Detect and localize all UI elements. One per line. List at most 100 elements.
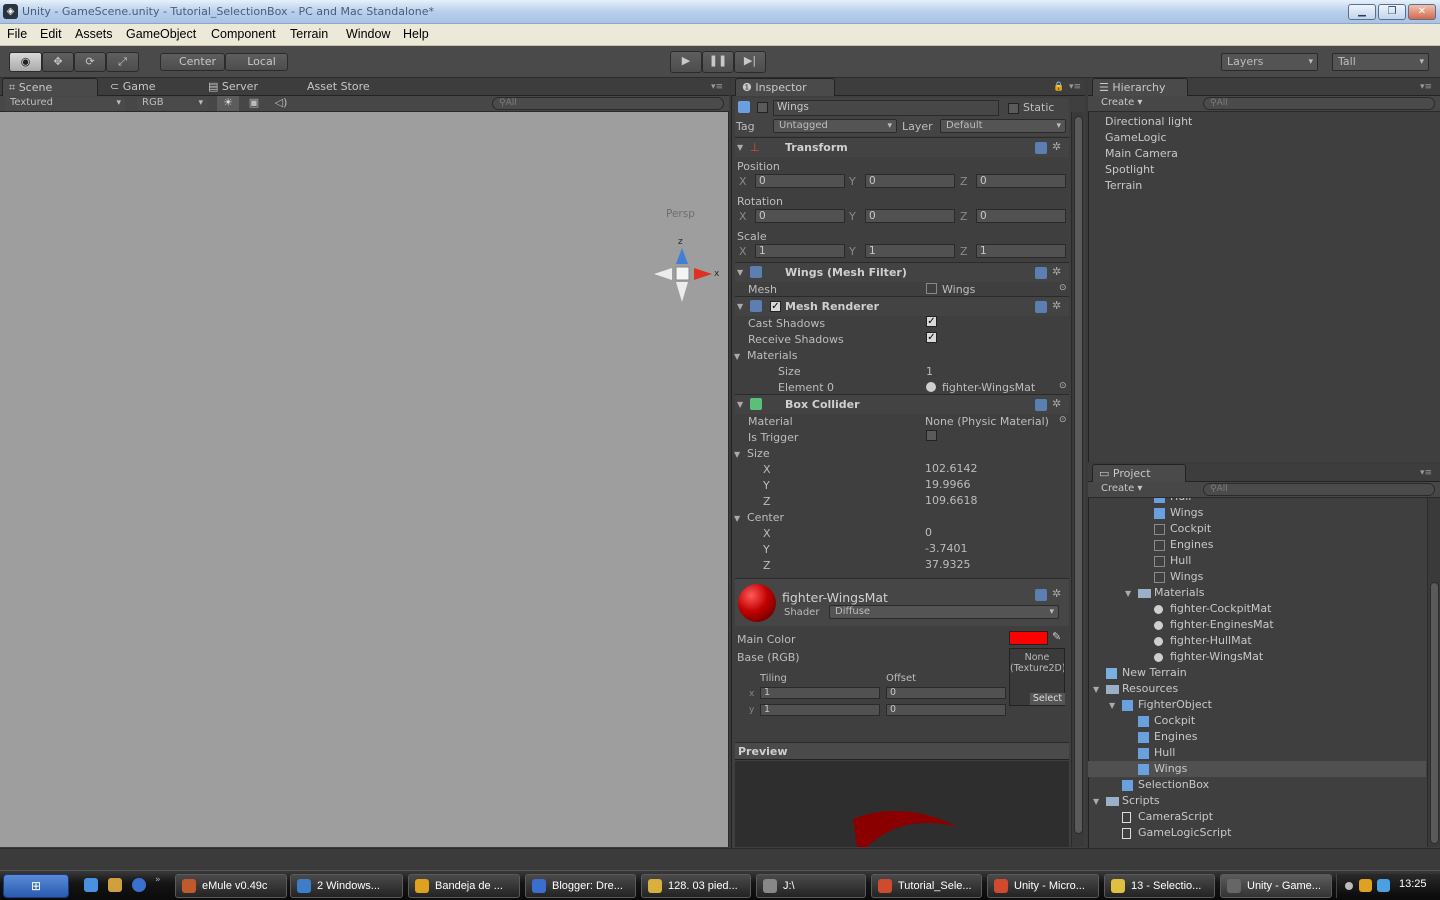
tiling-y-field[interactable]: 1 — [760, 704, 880, 716]
fold-down-icon[interactable]: ▼ — [1109, 701, 1115, 710]
tray-network-icon[interactable] — [1345, 882, 1353, 890]
preview-header[interactable]: Preview — [735, 742, 1069, 760]
menu-edit[interactable]: Edit — [40, 27, 62, 41]
is-trigger-checkbox[interactable] — [926, 430, 937, 441]
object-picker-icon[interactable]: ⊙ — [1059, 415, 1067, 425]
project-item[interactable]: Engines — [1088, 729, 1426, 745]
preview-viewport[interactable] — [735, 761, 1069, 847]
gear-icon[interactable]: ✲ — [1052, 397, 1061, 410]
scene-audio-toggle[interactable]: ◁) — [270, 96, 292, 111]
main-color-swatch[interactable] — [1009, 631, 1048, 645]
project-item[interactable]: CameraScript — [1088, 809, 1426, 825]
menu-file[interactable]: File — [7, 27, 27, 41]
size-y-value[interactable]: 19.9966 — [925, 478, 971, 491]
scene-gizmo[interactable]: z x — [648, 234, 724, 310]
tab-server[interactable]: ▤ Server — [202, 78, 264, 96]
project-item[interactable]: fighter-WingsMat — [1088, 649, 1426, 665]
scene-overlay-toggle[interactable]: ▣ — [243, 96, 265, 111]
render-mode-dropdown[interactable]: Textured — [5, 97, 125, 111]
maximize-button[interactable]: ❐ — [1378, 4, 1406, 20]
layout-dropdown[interactable]: Tall — [1332, 53, 1429, 71]
minimize-button[interactable]: ▁ — [1348, 4, 1376, 20]
hierarchy-item-spotlight[interactable]: Spotlight — [1105, 163, 1154, 176]
fold-down-icon[interactable]: ▼ — [1093, 685, 1099, 694]
project-item[interactable]: Cockpit — [1088, 713, 1426, 729]
eyedropper-icon[interactable]: ✎ — [1052, 630, 1061, 643]
project-item[interactable]: ▼ Scripts — [1088, 793, 1426, 809]
texture-select-button[interactable]: Select — [1030, 693, 1065, 705]
object-picker-icon[interactable]: ⊙ — [1059, 283, 1067, 293]
layer-dropdown[interactable]: Default — [940, 119, 1066, 133]
fold-down-icon[interactable]: ▼ — [734, 514, 740, 523]
pause-button[interactable]: ❚❚ — [702, 51, 734, 73]
project-item[interactable]: Hull — [1088, 498, 1426, 505]
fold-down-icon[interactable]: ▼ — [1093, 797, 1099, 806]
center-x-value[interactable]: 0 — [925, 526, 932, 539]
clock[interactable]: 13:25 — [1399, 878, 1427, 890]
gear-icon[interactable]: ✲ — [1052, 299, 1061, 312]
tray-security-icon[interactable] — [1377, 879, 1390, 892]
fold-down-icon[interactable]: ▼ — [737, 268, 743, 277]
tab-hierarchy[interactable]: ☰ Hierarchy — [1092, 78, 1188, 96]
scale-x-field[interactable]: 1 — [755, 244, 845, 258]
shader-dropdown[interactable]: Diffuse — [829, 605, 1059, 619]
tray-messenger-icon[interactable] — [1359, 879, 1372, 892]
project-menu-icon[interactable]: ▾≡ — [1420, 468, 1432, 478]
menu-component[interactable]: Component — [211, 27, 276, 41]
project-search-input[interactable]: ⚲All — [1203, 483, 1435, 496]
close-button[interactable]: ✕ — [1408, 4, 1436, 20]
step-button[interactable]: ▶| — [734, 51, 766, 73]
taskbar-item[interactable]: 2 Windows... — [290, 874, 403, 898]
project-scrollbar[interactable] — [1427, 498, 1440, 847]
inspector-scrollbar[interactable] — [1071, 112, 1084, 847]
fold-down-icon[interactable]: ▼ — [737, 302, 743, 311]
tab-inspector[interactable]: ❶ Inspector — [735, 78, 835, 96]
layers-dropdown[interactable]: Layers — [1221, 53, 1318, 71]
position-y-field[interactable]: 0 — [865, 174, 955, 188]
color-mode-dropdown[interactable]: RGB — [137, 97, 207, 111]
hierarchy-search-input[interactable]: ⚲All — [1203, 97, 1435, 110]
project-item[interactable]: fighter-EnginesMat — [1088, 617, 1426, 633]
mesh-filter-header[interactable]: ▼ Wings (Mesh Filter) ✲ — [735, 262, 1069, 282]
play-button[interactable]: ▶ — [670, 51, 702, 73]
scale-tool-button[interactable]: ⤢ — [106, 52, 139, 72]
fold-down-icon[interactable]: ▼ — [737, 400, 743, 409]
receive-shadows-checkbox[interactable]: ✓ — [926, 332, 937, 343]
mesh-renderer-enabled-checkbox[interactable]: ✓ — [770, 301, 781, 312]
fold-down-icon[interactable]: ▼ — [734, 352, 740, 361]
pivot-center-button[interactable]: Center — [160, 53, 225, 71]
taskbar-item[interactable]: Bandeja de ... — [408, 874, 520, 898]
active-checkbox[interactable] — [757, 102, 768, 113]
quicklaunch-more-icon[interactable]: » — [155, 875, 161, 885]
materials-size-value[interactable]: 1 — [926, 365, 933, 378]
menu-window[interactable]: Window — [346, 27, 390, 41]
tag-dropdown[interactable]: Untagged — [773, 119, 897, 133]
hierarchy-item-directional-light[interactable]: Directional light — [1105, 115, 1192, 128]
help-icon[interactable] — [1035, 142, 1047, 154]
static-checkbox[interactable] — [1008, 103, 1019, 114]
quicklaunch-app-icon[interactable] — [108, 878, 122, 892]
fold-down-icon[interactable]: ▼ — [1125, 589, 1131, 598]
position-z-field[interactable]: 0 — [976, 174, 1066, 188]
taskbar-item[interactable]: Tutorial_Sele... — [871, 874, 982, 898]
tab-game[interactable]: ⊂ Game — [104, 78, 161, 96]
hierarchy-item-gamelogic[interactable]: GameLogic — [1105, 131, 1167, 144]
taskbar-item[interactable]: J:\ — [756, 874, 866, 898]
project-item[interactable]: New Terrain — [1088, 665, 1426, 681]
taskbar-item[interactable]: 128. 03 pied... — [641, 874, 751, 898]
project-item[interactable]: ▼ FighterObject — [1088, 697, 1426, 713]
hierarchy-item-main-camera[interactable]: Main Camera — [1105, 147, 1178, 160]
element-0-value[interactable]: fighter-WingsMat — [942, 381, 1035, 394]
project-item[interactable]: SelectionBox — [1088, 777, 1426, 793]
project-item[interactable]: Wings — [1088, 761, 1426, 777]
quicklaunch-ie-icon[interactable] — [84, 878, 98, 892]
size-x-value[interactable]: 102.6142 — [925, 462, 978, 475]
offset-y-field[interactable]: 0 — [886, 704, 1006, 716]
help-icon[interactable] — [1035, 589, 1047, 601]
inspector-menu-icon[interactable]: ▾≡ — [1069, 82, 1081, 92]
project-item[interactable]: GameLogicScript — [1088, 825, 1426, 841]
mesh-renderer-header[interactable]: ▼ ✓ Mesh Renderer ✲ — [735, 296, 1069, 316]
panel-menu-icon[interactable]: ▾≡ — [711, 82, 723, 92]
center-z-value[interactable]: 37.9325 — [925, 558, 971, 571]
scale-z-field[interactable]: 1 — [976, 244, 1066, 258]
